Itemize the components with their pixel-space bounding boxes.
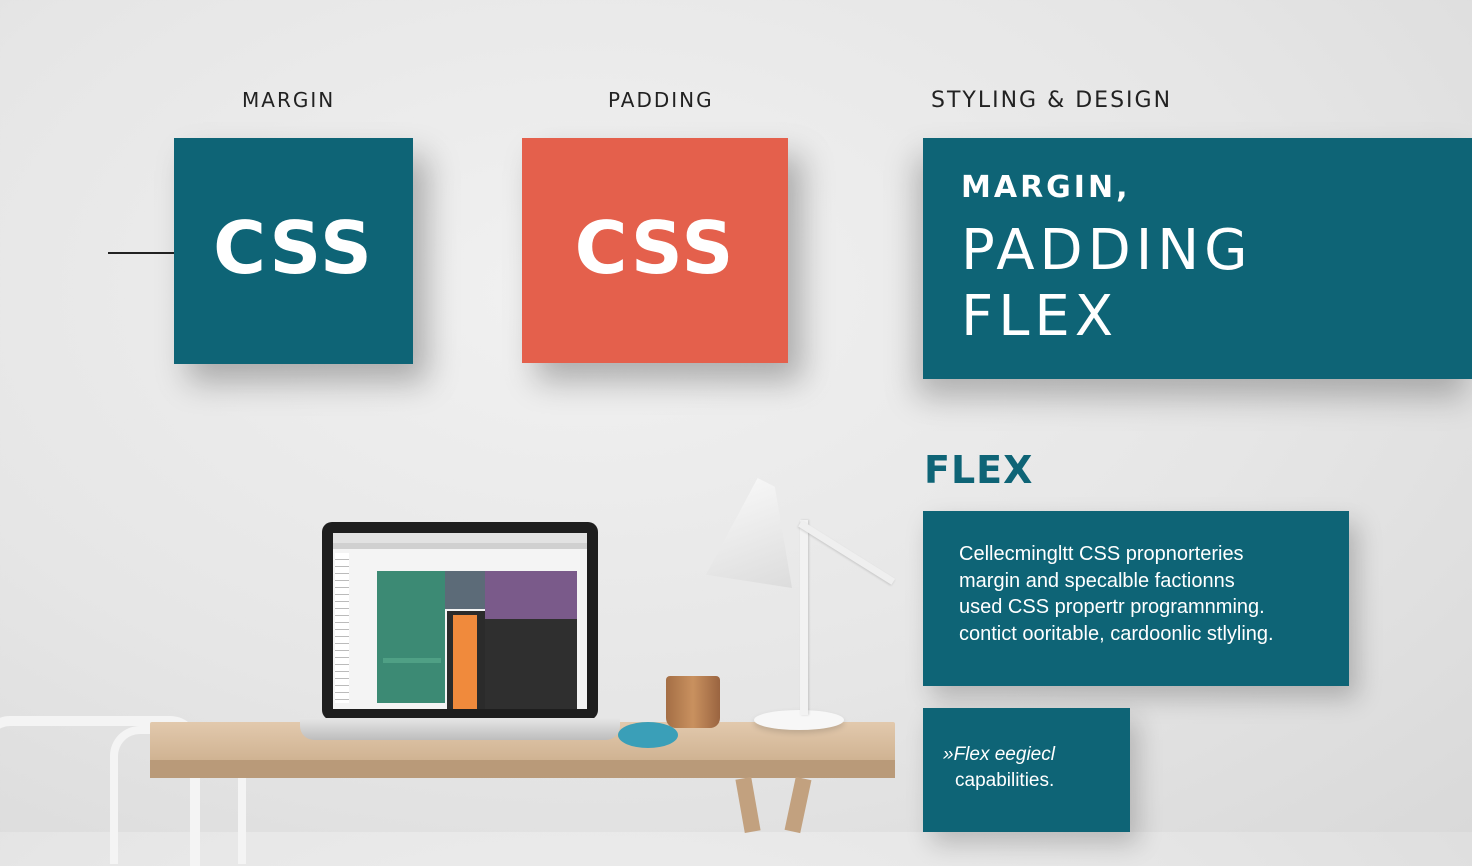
description-line: margin and specalble factionns [959, 569, 1235, 592]
mouse [618, 722, 678, 748]
flex-note-card: »Flex eegiecl capabilities. [923, 708, 1130, 832]
margin-card-text: CSS [213, 206, 374, 290]
lamp-arm [798, 520, 896, 585]
title-line-flex: FLEX [961, 284, 1119, 349]
margin-css-card: CSS [174, 138, 413, 364]
lamp-base [754, 710, 844, 730]
desk-leg [784, 776, 812, 834]
margin-label: MARGIN [242, 88, 336, 112]
description-line: Cellecmingltt CSS propnorteries [959, 543, 1244, 565]
padding-card-text: CSS [574, 206, 736, 290]
padding-css-card: CSS [522, 138, 788, 363]
desk-leg [735, 777, 761, 833]
margin-indicator-line [108, 252, 174, 254]
lamp-head [706, 478, 792, 588]
title-card: MARGIN, PADDING FLEX [923, 138, 1472, 379]
note-line: capabilities. [955, 770, 1055, 791]
wooden-cup [666, 676, 720, 728]
laptop-screen-content [333, 533, 587, 709]
flex-heading: FLEX [924, 448, 1034, 492]
title-line-padding: PADDING [961, 218, 1253, 283]
styling-design-label: STYLING & DESIGN [931, 88, 1173, 113]
description-line: used CSS propertr programnming. [959, 596, 1265, 618]
lamp-pole [800, 520, 808, 715]
laptop-base [300, 718, 620, 740]
title-line-margin: MARGIN, [961, 170, 1131, 205]
padding-label: PADDING [608, 88, 714, 112]
description-line: contict ooritable, cardoonlic stlyling. [959, 622, 1274, 645]
desk-edge [150, 760, 895, 778]
flex-description-card: Cellecmingltt CSS propnorteries margin a… [923, 511, 1349, 686]
note-line: »Flex eegiecl [943, 744, 1055, 765]
